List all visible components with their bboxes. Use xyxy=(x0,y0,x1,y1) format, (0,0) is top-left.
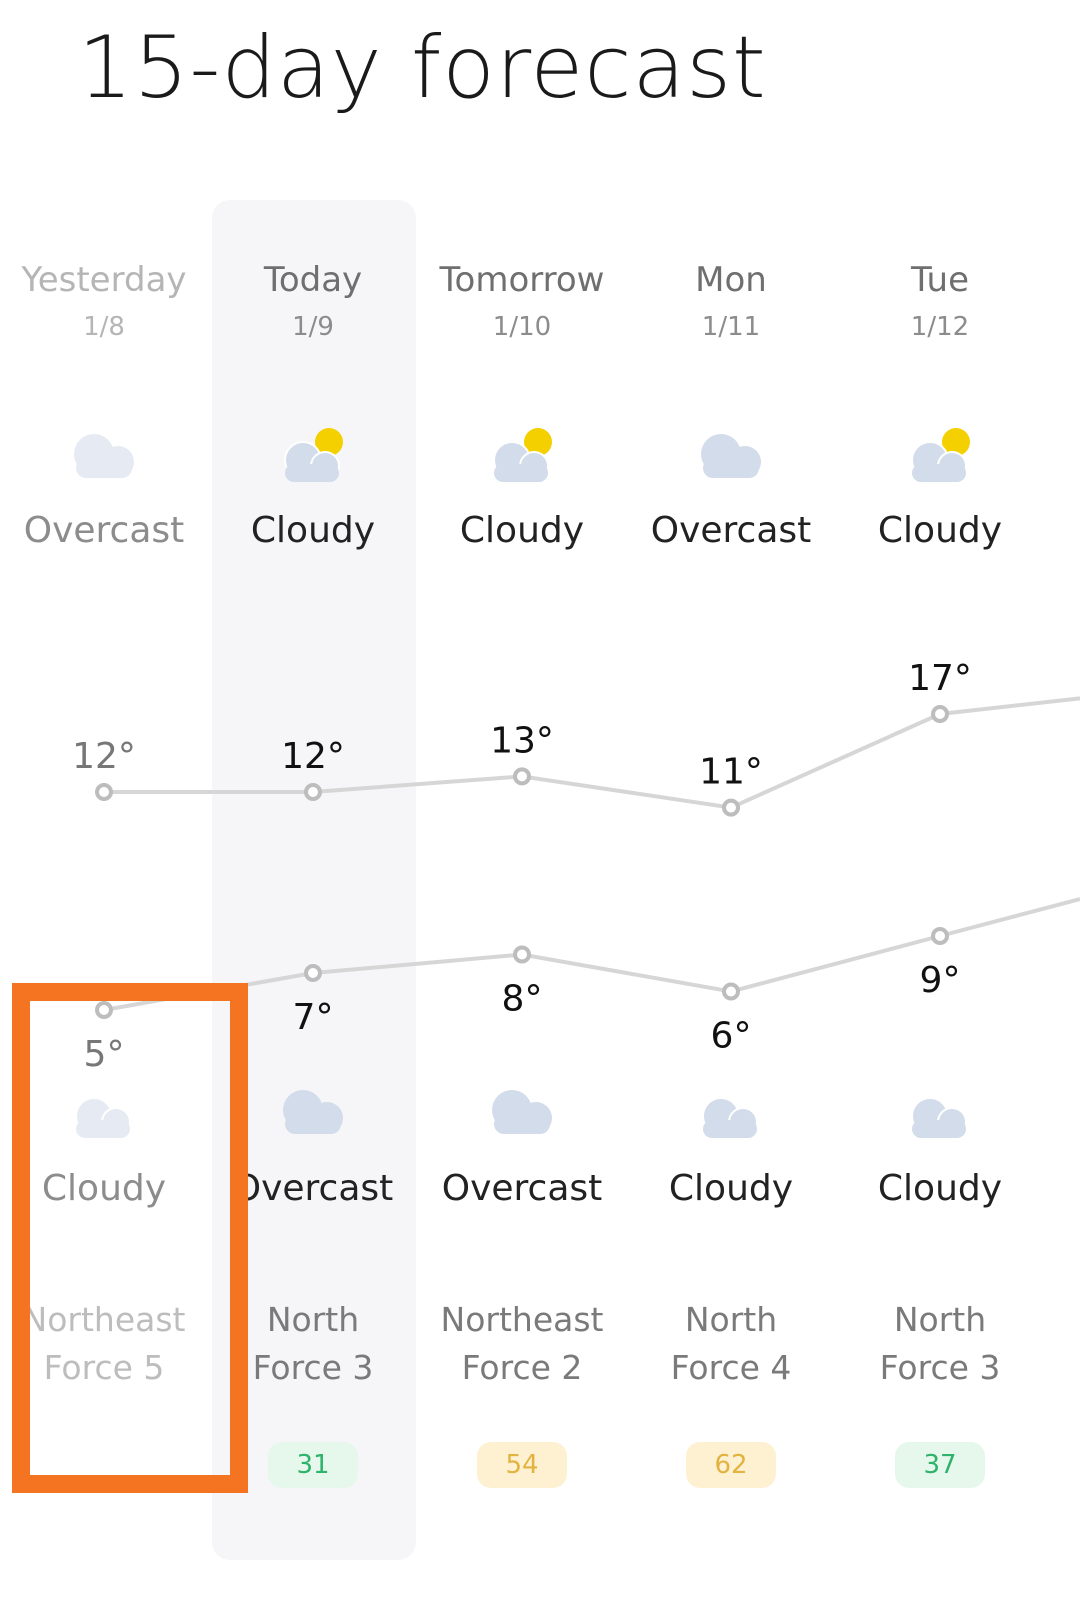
wind-force: Force 3 xyxy=(879,1348,1001,1387)
wind-force: Force 2 xyxy=(461,1348,583,1387)
partly-cloudy-day-icon xyxy=(900,424,980,488)
overcast-icon xyxy=(482,1080,562,1144)
day-name: Today xyxy=(263,260,363,300)
aqi-badge: 54 xyxy=(477,1442,567,1488)
day-name: Yesterday xyxy=(21,260,187,300)
aqi-badge: 37 xyxy=(895,1442,985,1488)
cloudy-night-icon xyxy=(900,1080,980,1144)
day-name: Tomorrow xyxy=(439,260,605,300)
aqi-badge: 31 xyxy=(268,1442,358,1488)
night-condition: Overcast xyxy=(441,1168,603,1209)
day-column[interactable]: Tomorrow 1/10 Cloudy Overcast Northeast … xyxy=(418,0,626,1606)
day-name: Tue xyxy=(910,260,970,300)
day-condition: Cloudy xyxy=(459,510,585,551)
wind-direction: North xyxy=(684,1300,778,1339)
overcast-icon xyxy=(691,424,771,488)
partly-cloudy-day-icon xyxy=(273,424,353,488)
day-date: 1/11 xyxy=(701,312,761,342)
partly-cloudy-day-icon xyxy=(482,424,562,488)
day-date: 1/8 xyxy=(83,312,125,342)
annotation-highlight-box xyxy=(12,983,248,1493)
day-column[interactable]: Mon 1/11 Overcast Cloudy North Force 4 6… xyxy=(627,0,835,1606)
day-condition: Overcast xyxy=(650,510,812,551)
day-date: 1/9 xyxy=(292,312,334,342)
night-condition: Cloudy xyxy=(877,1168,1003,1209)
wind-info: Northeast Force 2 xyxy=(418,1296,626,1392)
wind-info: North Force 3 xyxy=(836,1296,1044,1392)
day-date: 1/12 xyxy=(910,312,970,342)
aqi-badge: 62 xyxy=(686,1442,776,1488)
day-condition: Overcast xyxy=(23,510,185,551)
cloudy-night-icon xyxy=(691,1080,771,1144)
wind-direction: Northeast xyxy=(440,1300,604,1339)
day-date: 1/10 xyxy=(492,312,552,342)
overcast-icon xyxy=(273,1080,353,1144)
day-condition: Cloudy xyxy=(250,510,376,551)
day-condition: Cloudy xyxy=(877,510,1003,551)
wind-info: North Force 4 xyxy=(627,1296,835,1392)
night-condition: Cloudy xyxy=(668,1168,794,1209)
day-name: Mon xyxy=(695,260,767,300)
wind-force: Force 4 xyxy=(670,1348,792,1387)
wind-direction: North xyxy=(893,1300,987,1339)
day-column[interactable]: Tue 1/12 Cloudy Cloudy North Force 3 37 xyxy=(836,0,1044,1606)
overcast-icon xyxy=(64,424,144,488)
